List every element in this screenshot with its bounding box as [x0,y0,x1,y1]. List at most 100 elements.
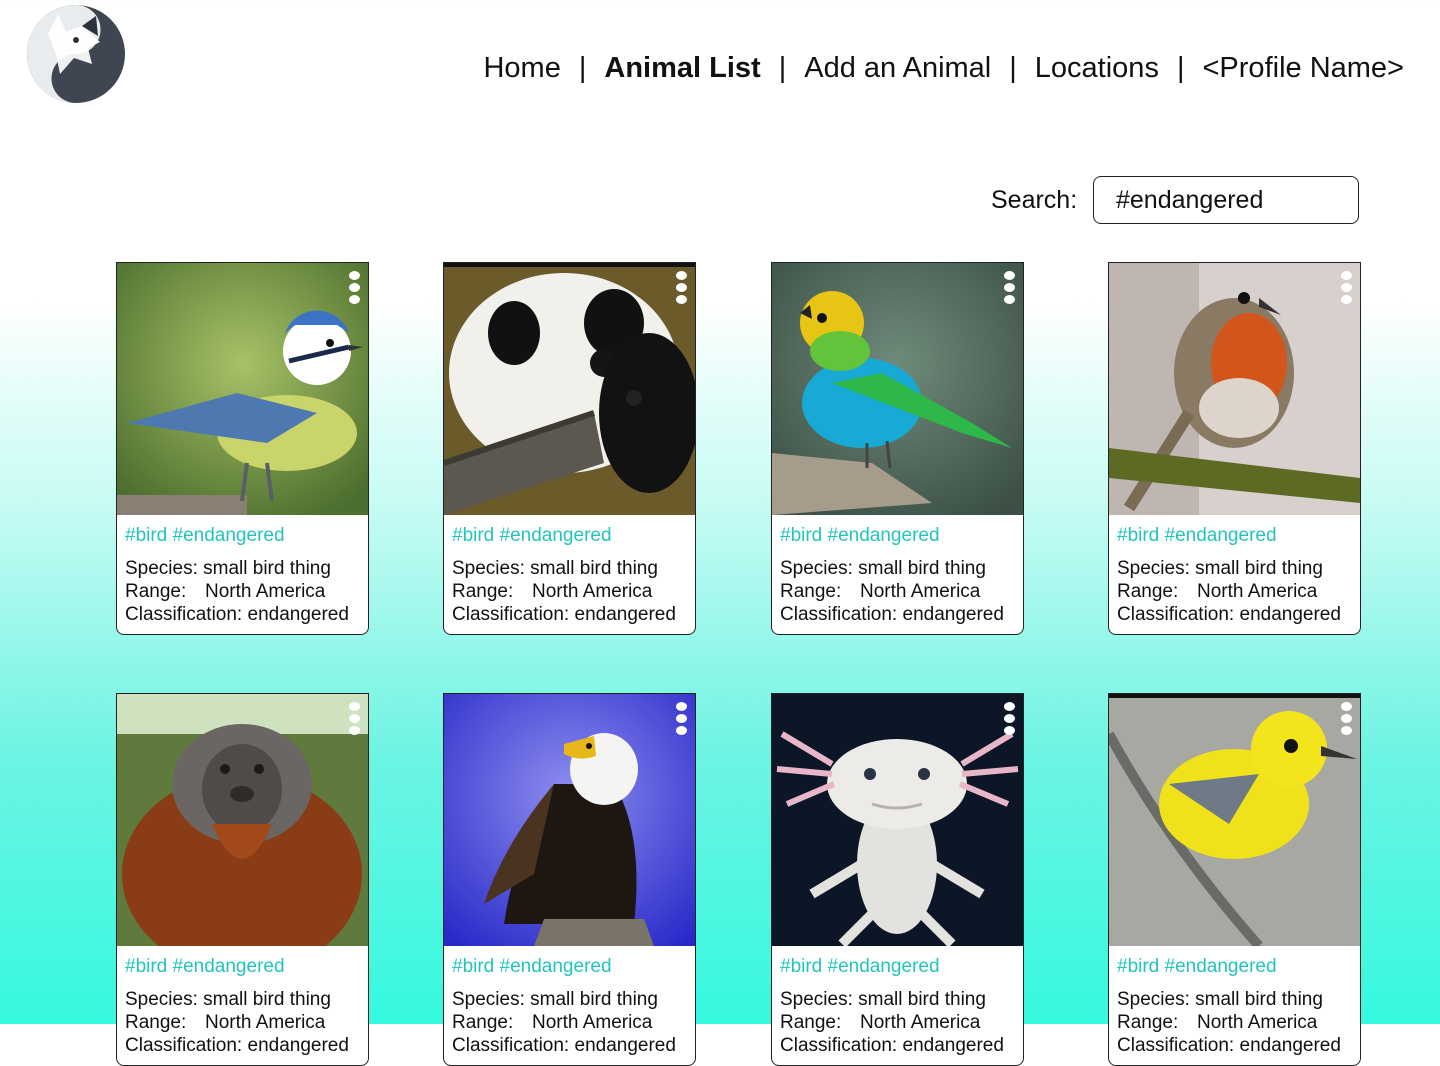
card-tags[interactable]: #bird #endangered [117,946,368,978]
classification-value: endangered [247,1035,349,1056]
classification-value: endangered [574,1035,676,1056]
species-value: small bird thing [1195,989,1323,1010]
axolotl-photo [772,694,1023,946]
card-menu-icon[interactable] [676,702,688,735]
nav-animal-list[interactable]: Animal List [604,52,760,85]
card-menu-icon[interactable] [676,271,688,304]
card-tags[interactable]: #bird #endangered [1109,515,1360,547]
nav-locations[interactable]: Locations [1035,52,1159,85]
species-value: small bird thing [530,989,658,1010]
nav-separator: | [1009,52,1017,84]
range-value: North America [1197,581,1318,602]
bald-eagle-photo [444,694,695,946]
classification-label: Classification: [125,1035,243,1056]
classification-label: Classification: [452,1035,570,1056]
card-tags[interactable]: #bird #endangered [117,515,368,547]
blue-tit-photo [117,263,368,515]
animal-card[interactable]: #bird #endangered Species: small bird th… [116,693,369,1066]
card-tags[interactable]: #bird #endangered [444,515,695,547]
nav-home[interactable]: Home [483,52,560,85]
classification-label: Classification: [780,1035,898,1056]
search-label: Search: [991,186,1078,214]
range-value: North America [860,1012,981,1033]
card-info: Species: small bird thing Range: North Am… [772,547,1023,634]
species-value: small bird thing [203,989,331,1010]
card-tags[interactable]: #bird #endangered [772,515,1023,547]
animal-card[interactable]: #bird #endangered Species: small bird th… [116,262,369,635]
range-label: Range: [452,1012,514,1033]
classification-value: endangered [574,604,676,625]
card-tags[interactable]: #bird #endangered [772,946,1023,978]
range-value: North America [860,581,981,602]
animal-card[interactable]: #bird #endangered Species: small bird th… [443,262,696,635]
classification-value: endangered [247,604,349,625]
card-menu-icon[interactable] [1004,271,1016,304]
nav-separator: | [778,52,787,84]
species-value: small bird thing [203,558,331,579]
card-info: Species: small bird thing Range: North Am… [444,978,695,1065]
card-menu-icon[interactable] [1341,271,1353,304]
card-info: Species: small bird thing Range: North Am… [1109,547,1360,634]
animal-card[interactable]: #bird #endangered Species: small bird th… [1108,693,1361,1066]
species-value: small bird thing [1195,558,1323,579]
species-value: small bird thing [858,558,986,579]
card-info: Species: small bird thing Range: North Am… [772,978,1023,1065]
range-label: Range: [780,1012,842,1033]
wolf-logo-icon[interactable] [26,4,126,104]
nav-add-animal[interactable]: Add an Animal [804,52,991,85]
classification-value: endangered [1239,604,1341,625]
range-label: Range: [780,581,842,602]
classification-label: Classification: [1117,1035,1235,1056]
species-label: Species: [125,558,198,579]
card-menu-icon[interactable] [1341,702,1353,735]
nav-separator: | [1176,52,1185,84]
species-label: Species: [1117,989,1190,1010]
search-input[interactable] [1093,176,1359,224]
card-menu-icon[interactable] [1004,702,1016,735]
range-value: North America [1197,1012,1318,1033]
animal-card[interactable]: #bird #endangered Species: small bird th… [443,693,696,1066]
species-label: Species: [780,989,853,1010]
card-tags[interactable]: #bird #endangered [444,946,695,978]
classification-value: endangered [1239,1035,1341,1056]
species-label: Species: [1117,558,1190,579]
species-value: small bird thing [858,989,986,1010]
nav-separator: | [578,52,587,84]
range-value: North America [205,1012,326,1033]
tanager-photo [772,263,1023,515]
warbler-photo [1109,694,1360,946]
orangutan-photo [117,694,368,946]
species-value: small bird thing [530,558,658,579]
robin-photo [1109,263,1360,515]
range-label: Range: [452,581,514,602]
card-menu-icon[interactable] [349,702,361,735]
classification-label: Classification: [452,604,570,625]
panda-photo [444,263,695,515]
range-label: Range: [125,581,187,602]
classification-label: Classification: [1117,604,1235,625]
species-label: Species: [780,558,853,579]
animal-card[interactable]: #bird #endangered Species: small bird th… [771,262,1024,635]
card-info: Species: small bird thing Range: North Am… [444,547,695,634]
animal-card[interactable]: #bird #endangered Species: small bird th… [1108,262,1361,635]
species-label: Species: [452,989,525,1010]
classification-label: Classification: [125,604,243,625]
range-label: Range: [1117,581,1179,602]
card-menu-icon[interactable] [349,271,361,304]
species-label: Species: [452,558,525,579]
range-value: North America [205,581,326,602]
classification-value: endangered [902,1035,1004,1056]
card-tags[interactable]: #bird #endangered [1109,946,1360,978]
card-info: Species: small bird thing Range: North Am… [117,978,368,1065]
nav-profile[interactable]: <Profile Name> [1203,52,1405,85]
animal-card[interactable]: #bird #endangered Species: small bird th… [771,693,1024,1066]
classification-label: Classification: [780,604,898,625]
main-nav: Home | Animal List | Add an Animal | Loc… [483,52,1404,85]
range-value: North America [532,581,653,602]
card-info: Species: small bird thing Range: North Am… [1109,978,1360,1065]
card-info: Species: small bird thing Range: North Am… [117,547,368,634]
range-value: North America [532,1012,653,1033]
classification-value: endangered [902,604,1004,625]
range-label: Range: [125,1012,187,1033]
species-label: Species: [125,989,198,1010]
